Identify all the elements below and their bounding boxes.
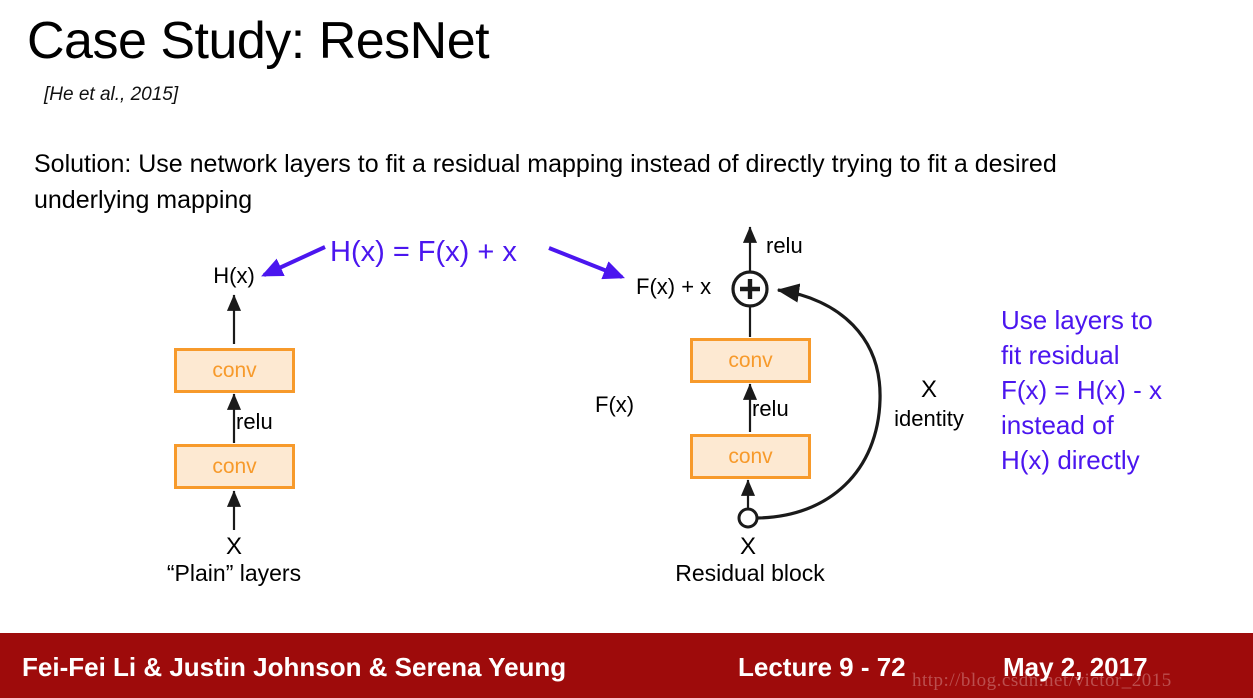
residual-relu-top-label: relu xyxy=(766,233,803,258)
citation-reference: [He et al., 2015] xyxy=(44,84,179,105)
residual-output-label: F(x) + x xyxy=(636,274,712,299)
residual-input-label: X xyxy=(739,533,757,560)
annotation-arrow-right xyxy=(548,246,625,280)
footer-lecture-number: Lecture 9 - 72 xyxy=(738,652,906,682)
watermark-url: http://blog.csdn.net/victor_2015 xyxy=(912,670,1172,691)
residual-diagram-caption: Residual block xyxy=(675,560,825,586)
page-title: Case Study: ResNet xyxy=(27,12,490,70)
plain-relu-label: relu xyxy=(236,409,273,434)
plain-output-label: H(x) xyxy=(213,263,255,288)
residual-conv-box-bottom[interactable]: conv xyxy=(690,434,811,479)
plain-conv-box-top[interactable]: conv xyxy=(174,348,295,393)
residual-relu-mid-label: relu xyxy=(752,396,789,421)
identity-label-top: X xyxy=(920,376,938,403)
residual-conv-box-top[interactable]: conv xyxy=(690,338,811,383)
plain-diagram-caption: “Plain” layers xyxy=(166,560,302,586)
plain-input-label: X xyxy=(225,533,243,560)
plain-conv-box-bottom[interactable]: conv xyxy=(174,444,295,489)
solution-paragraph: Solution: Use network layers to fit a re… xyxy=(34,150,1057,214)
slide-canvas: Case Study: ResNet [He et al., 2015] Sol… xyxy=(0,0,1253,698)
residual-formula-annotation: H(x) = F(x) + x xyxy=(330,236,517,268)
residual-function-label: F(x) xyxy=(595,392,635,417)
footer-authors: Fei-Fei Li & Justin Johnson & Serena Yeu… xyxy=(22,652,567,682)
sum-node-circle xyxy=(731,270,769,308)
identity-label-bottom: identity xyxy=(894,406,964,431)
input-node-circle xyxy=(737,507,759,529)
annotation-arrow-left xyxy=(261,245,326,277)
side-note-annotation: Use layers to fit residual F(x) = H(x) -… xyxy=(1001,305,1163,475)
